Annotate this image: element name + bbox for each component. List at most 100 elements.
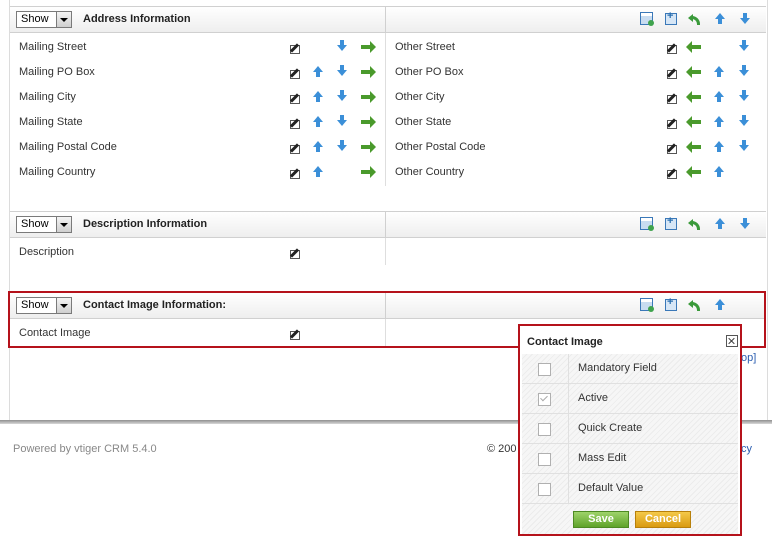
edit-icon[interactable] — [289, 167, 301, 179]
move-up-icon[interactable] — [312, 91, 324, 103]
edit-icon[interactable] — [666, 92, 678, 104]
show-select[interactable]: Show — [16, 216, 72, 233]
field-label: Mailing PO Box — [19, 66, 95, 78]
quick-create-checkbox[interactable] — [538, 423, 551, 436]
move-left-icon[interactable] — [686, 166, 701, 178]
move-down-icon[interactable] — [738, 140, 750, 152]
privacy-link[interactable]: cy — [741, 443, 752, 455]
dropdown-arrow-icon[interactable] — [56, 12, 71, 27]
move-right-icon[interactable] — [361, 41, 376, 53]
dropdown-arrow-icon[interactable] — [56, 217, 71, 232]
move-down-icon[interactable] — [738, 65, 750, 77]
move-block-up-icon[interactable] — [714, 13, 728, 27]
edit-icon[interactable] — [289, 142, 301, 154]
edit-icon[interactable] — [666, 117, 678, 129]
move-right-icon[interactable] — [361, 66, 376, 78]
option-row: Default Value — [522, 474, 738, 504]
field-row: Mailing City Other City — [10, 85, 766, 110]
move-up-icon[interactable] — [312, 141, 324, 153]
move-up-icon[interactable] — [713, 116, 725, 128]
add-field-icon[interactable] — [665, 10, 677, 25]
field-label: Other Country — [395, 166, 465, 178]
edit-icon[interactable] — [666, 167, 678, 179]
option-row: Active — [522, 384, 738, 414]
active-checkbox[interactable] — [538, 393, 551, 406]
undo-icon[interactable] — [688, 218, 702, 230]
header-divider — [385, 7, 386, 32]
move-down-icon[interactable] — [738, 40, 750, 52]
edit-icon[interactable] — [666, 67, 678, 79]
edit-icon[interactable] — [666, 142, 678, 154]
move-left-icon[interactable] — [686, 141, 701, 153]
mass-edit-checkbox[interactable] — [538, 453, 551, 466]
default-value-checkbox[interactable] — [538, 483, 551, 496]
move-up-icon[interactable] — [713, 141, 725, 153]
field-label: Mailing State — [19, 116, 83, 128]
field-row: Description — [10, 240, 766, 265]
add-block-icon[interactable] — [640, 12, 654, 26]
field-row: Mailing State Other State — [10, 110, 766, 135]
cancel-button[interactable]: Cancel — [635, 511, 691, 528]
move-block-down-icon[interactable] — [739, 218, 753, 232]
edit-icon[interactable] — [666, 42, 678, 54]
move-up-icon[interactable] — [713, 91, 725, 103]
show-select[interactable]: Show — [16, 11, 72, 28]
edit-icon[interactable] — [289, 117, 301, 129]
popup-header: Contact Image — [520, 326, 740, 354]
popup-body: Mandatory Field Active Quick Create Mass… — [522, 354, 738, 534]
move-up-icon[interactable] — [713, 66, 725, 78]
edit-icon[interactable] — [289, 67, 301, 79]
move-down-icon[interactable] — [336, 90, 348, 102]
field-label: Description — [19, 246, 75, 258]
checkbox-cell — [522, 384, 569, 413]
field-label: Other State — [395, 116, 452, 128]
move-left-icon[interactable] — [686, 116, 701, 128]
move-right-icon[interactable] — [361, 91, 376, 103]
move-down-icon[interactable] — [336, 115, 348, 127]
move-up-icon[interactable] — [312, 116, 324, 128]
option-label: Mandatory Field — [578, 362, 657, 374]
field-label: Mailing City — [19, 91, 76, 103]
edit-icon[interactable] — [289, 42, 301, 54]
move-left-icon[interactable] — [686, 91, 701, 103]
move-left-icon[interactable] — [686, 66, 701, 78]
mandatory-field-checkbox[interactable] — [538, 363, 551, 376]
address-information-block: Show Address Information Mailing Street — [10, 6, 766, 186]
move-down-icon[interactable] — [336, 140, 348, 152]
move-down-icon[interactable] — [738, 90, 750, 102]
block-header: Show Address Information — [10, 6, 766, 33]
move-down-icon[interactable] — [336, 40, 348, 52]
edit-icon[interactable] — [289, 247, 301, 259]
content-right-border — [767, 0, 768, 420]
move-right-icon[interactable] — [361, 116, 376, 128]
move-block-down-icon[interactable] — [739, 13, 753, 27]
field-row: Mailing PO Box Other PO Box — [10, 60, 766, 85]
field-label: Other Street — [395, 41, 455, 53]
move-down-icon[interactable] — [336, 65, 348, 77]
show-select-value: Show — [21, 13, 49, 25]
move-up-icon[interactable] — [312, 166, 324, 178]
add-block-icon[interactable] — [640, 217, 654, 231]
option-row: Quick Create — [522, 414, 738, 444]
field-row: Mailing Country Other Country — [10, 160, 766, 185]
option-label: Default Value — [578, 482, 644, 494]
checkbox-cell — [522, 444, 569, 473]
layout-editor-page: Show Address Information Mailing Street — [0, 0, 772, 539]
save-button[interactable]: Save — [573, 511, 629, 528]
field-label: Mailing Country — [19, 166, 96, 178]
edit-icon[interactable] — [289, 92, 301, 104]
move-up-icon[interactable] — [312, 66, 324, 78]
move-down-icon[interactable] — [738, 115, 750, 127]
add-field-icon[interactable] — [665, 215, 677, 230]
undo-icon[interactable] — [688, 13, 702, 25]
move-right-icon[interactable] — [361, 141, 376, 153]
move-up-icon[interactable] — [713, 166, 725, 178]
address-fields: Mailing Street Other Street Mailing PO B… — [10, 33, 766, 186]
move-right-icon[interactable] — [361, 166, 376, 178]
move-block-up-icon[interactable] — [714, 218, 728, 232]
popup-buttons: Save Cancel — [522, 504, 738, 534]
close-icon[interactable] — [726, 335, 738, 347]
block-title: Description Information — [83, 218, 208, 230]
partial-link[interactable]: op] — [741, 352, 756, 364]
move-left-icon[interactable] — [686, 41, 701, 53]
